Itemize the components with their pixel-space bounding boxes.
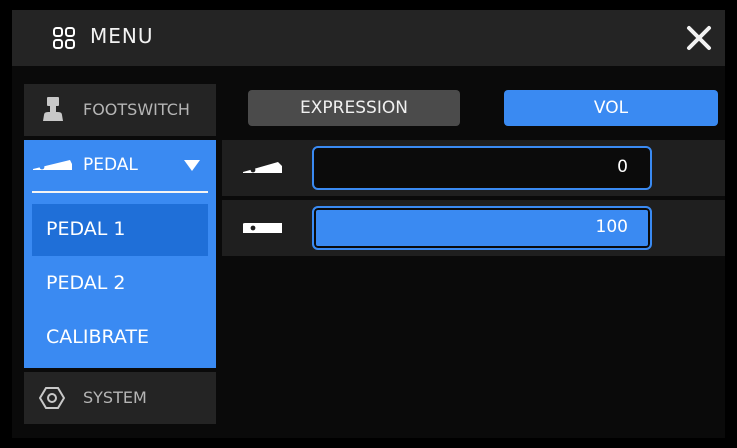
min-value: 0 [617, 157, 628, 177]
tab-expression[interactable]: EXPRESSION [248, 90, 460, 126]
submenu-item-pedal-2[interactable]: PEDAL 2 [32, 258, 208, 310]
page-title: MENU [90, 24, 154, 48]
sidebar-item-label: SYSTEM [83, 388, 147, 407]
max-value-field[interactable]: 100 [312, 206, 652, 250]
sidebar-item-footswitch[interactable]: FOOTSWITCH [24, 84, 216, 136]
submenu-item-calibrate[interactable]: CALIBRATE [32, 312, 208, 364]
pedal-heel-icon [243, 162, 282, 173]
menu-screen: MENU FOOTSWITCH PEDAL PEDAL 1 PEDAL 2 CA… [12, 10, 725, 438]
submenu-item-label: PEDAL 2 [46, 272, 126, 294]
pedal-icon [33, 160, 72, 170]
grid-icon [53, 27, 75, 49]
footswitch-icon [43, 97, 63, 121]
submenu-item-pedal-1[interactable]: PEDAL 1 [32, 204, 208, 256]
pedal-max-row: 100 [222, 200, 725, 256]
tab-vol[interactable]: VOL [504, 90, 718, 126]
sidebar-pedal-section: PEDAL PEDAL 1 PEDAL 2 CALIBRATE [24, 140, 216, 368]
submenu-item-label: CALIBRATE [46, 326, 150, 348]
chevron-down-icon [184, 160, 200, 171]
sidebar-item-label: FOOTSWITCH [83, 100, 190, 119]
close-icon [687, 26, 711, 50]
sidebar-item-label: PEDAL [83, 155, 138, 175]
submenu-item-label: PEDAL 1 [46, 218, 126, 240]
header-bar: MENU [12, 10, 725, 66]
divider [32, 191, 208, 193]
pedal-min-row: 0 [222, 140, 725, 196]
close-button[interactable] [681, 20, 717, 56]
pedal-toe-icon [243, 223, 282, 233]
min-value-field[interactable]: 0 [312, 146, 652, 190]
hexagon-settings-icon [39, 387, 65, 409]
max-value: 100 [595, 217, 628, 237]
sidebar-item-system[interactable]: SYSTEM [24, 372, 216, 424]
sidebar-item-pedal[interactable]: PEDAL [24, 140, 216, 192]
